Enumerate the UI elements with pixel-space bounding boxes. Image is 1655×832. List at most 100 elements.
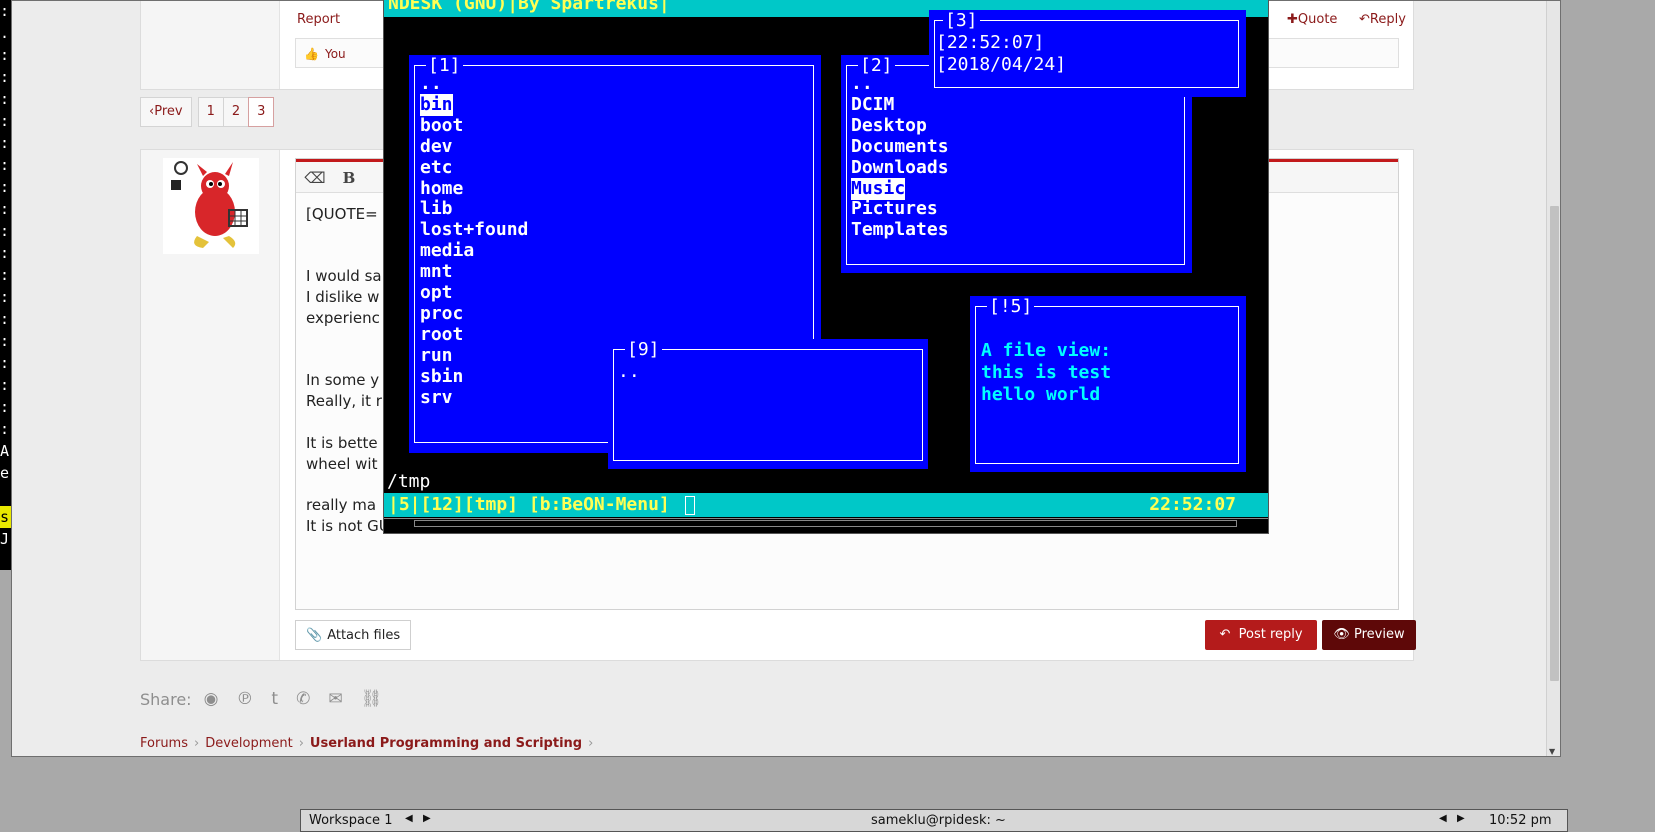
strip-char: : <box>0 134 10 152</box>
panel-3-clock[interactable]: [3] [22:52:07] [2018/04/24] <box>929 10 1246 97</box>
text-cursor <box>685 496 695 515</box>
workspace-label[interactable]: Workspace 1 <box>309 813 392 828</box>
strip-char: : <box>0 46 10 64</box>
panel-9[interactable]: [9] .. <box>608 339 928 469</box>
thumbs-up-icon: 👍 <box>304 47 319 61</box>
file-entry[interactable]: run <box>420 345 453 367</box>
scrollbar-thumb[interactable] <box>1550 206 1559 681</box>
report-link[interactable]: Report <box>297 12 340 27</box>
attach-files-button[interactable]: 📎 Attach files <box>295 620 412 650</box>
panel-5-file-view[interactable]: [!5] A file view: this is test hello wor… <box>970 296 1246 472</box>
preview-button[interactable]: 👁 Preview <box>1322 620 1416 650</box>
window-prev-icon[interactable]: ◀ <box>1439 813 1447 824</box>
reply-arrow-icon: ↶ <box>1359 12 1370 27</box>
strip-char: : <box>0 156 10 174</box>
active-window-title[interactable]: sameklu@rpidesk: ~ <box>871 813 1006 828</box>
strip-char <box>0 484 11 506</box>
post-user-column <box>141 1 280 89</box>
whatsapp-icon[interactable]: ✆ <box>296 689 310 709</box>
file-entry[interactable]: srv <box>420 387 453 409</box>
tumblr-icon[interactable]: t <box>271 689 278 709</box>
file-entry[interactable]: sbin <box>420 366 463 388</box>
file-entry[interactable]: media <box>420 240 474 262</box>
strip-char: . <box>0 24 10 42</box>
page-number-group: 1 2 3 <box>197 97 275 127</box>
file-entry[interactable]: root <box>420 324 463 346</box>
strip-char: : <box>0 112 10 130</box>
breadcrumb-development[interactable]: Development <box>205 736 293 751</box>
avatar <box>163 158 259 254</box>
file-entry[interactable]: .. <box>420 73 442 95</box>
ndesk-terminal-window[interactable]: NDESK (GNU)|By Spartrekus| [1] .. bin boot… <box>383 0 1269 534</box>
bold-button[interactable]: B <box>334 167 364 189</box>
pinterest-icon[interactable]: ℗ <box>236 689 253 709</box>
file-entry[interactable]: Desktop <box>851 115 927 137</box>
taskbar: Workspace 1 ◀ ▶ sameklu@rpidesk: ~ ◀ ▶ 1… <box>300 809 1568 832</box>
file-entry[interactable]: .. <box>851 73 873 95</box>
breadcrumb-forums[interactable]: Forums <box>140 736 188 751</box>
strip-char: : <box>0 354 10 372</box>
file-entry[interactable]: etc <box>420 157 453 179</box>
paperclip-icon: 📎 <box>306 628 323 643</box>
file-entry[interactable]: DCIM <box>851 94 894 116</box>
workspace-next-icon[interactable]: ▶ <box>423 813 431 824</box>
file-view-line-1: A file view: <box>981 340 1112 361</box>
file-entry[interactable]: lib <box>420 198 453 220</box>
file-entry[interactable]: lost+found <box>420 219 528 241</box>
strip-char: : <box>0 332 10 350</box>
file-entry[interactable]: mnt <box>420 261 453 283</box>
page-2-button[interactable]: 2 <box>222 97 249 127</box>
like-text: You <box>324 47 346 61</box>
share-label: Share: <box>140 689 192 709</box>
strip-char: : <box>0 310 10 328</box>
file-entry[interactable]: dev <box>420 136 453 158</box>
email-icon[interactable]: ✉ <box>328 689 342 709</box>
eraser-icon[interactable]: ⌫ <box>300 167 330 189</box>
browser-scrollbar[interactable]: ▼ <box>1546 1 1560 756</box>
file-entry[interactable]: Pictures <box>851 198 938 220</box>
strip-char: : <box>0 90 10 108</box>
page-3-button[interactable]: 3 <box>248 97 275 127</box>
bsd-daemon-icon <box>171 161 248 248</box>
file-view-line-2: this is test <box>981 362 1112 383</box>
file-entry[interactable]: Templates <box>851 219 949 241</box>
strip-char: : <box>0 200 10 218</box>
scroll-down-icon[interactable]: ▼ <box>1549 747 1555 756</box>
pagination-prev-button[interactable]: ‹Prev <box>140 97 192 127</box>
reddit-icon[interactable]: ◉ <box>204 689 219 709</box>
status-info: |5|[12][tmp] [b:BeON-Menu] <box>388 494 670 515</box>
terminal-scrollbar[interactable] <box>384 518 1268 528</box>
strip-char: : <box>0 266 10 284</box>
editor-line: [QUOTE= <box>306 205 378 223</box>
background-terminal-strip: :.::::::::::::::::::AesJ <box>0 0 11 570</box>
file-entry[interactable]: boot <box>420 115 463 137</box>
strip-char: : <box>0 178 10 196</box>
breadcrumb: Forums › Development › Userland Programm… <box>140 736 593 751</box>
strip-char: : <box>0 288 10 306</box>
reply-link[interactable]: ↶Reply <box>1359 12 1406 27</box>
file-entry[interactable]: Downloads <box>851 157 949 179</box>
breadcrumb-userland[interactable]: Userland Programming and Scripting <box>310 736 582 751</box>
reply-user-column <box>141 150 280 660</box>
file-entry[interactable]: Music <box>851 177 906 200</box>
current-path: /tmp <box>387 471 431 492</box>
reply-arrow-icon: ↶ <box>1219 627 1231 642</box>
file-entry[interactable]: bin <box>420 93 453 116</box>
plus-icon: ✚ <box>1287 12 1298 27</box>
panel-9-entry[interactable]: .. <box>618 361 640 383</box>
file-entry[interactable]: home <box>420 178 463 200</box>
breadcrumb-separator-icon: › <box>194 736 200 751</box>
strip-char: J <box>0 530 10 548</box>
quote-link[interactable]: ✚Quote <box>1287 12 1337 27</box>
strip-char: A <box>0 442 10 460</box>
strip-char: : <box>0 2 10 20</box>
post-reply-button[interactable]: ↶ Post reply <box>1205 620 1317 650</box>
page-1-button[interactable]: 1 <box>197 97 223 127</box>
file-entry[interactable]: opt <box>420 282 453 304</box>
file-entry[interactable]: proc <box>420 303 463 325</box>
workspace-prev-icon[interactable]: ◀ <box>405 813 413 824</box>
window-next-icon[interactable]: ▶ <box>1457 813 1465 824</box>
link-icon[interactable]: ⛓ <box>361 689 383 709</box>
file-entry[interactable]: Documents <box>851 136 949 158</box>
status-time: 22:52:07 <box>1149 494 1236 515</box>
